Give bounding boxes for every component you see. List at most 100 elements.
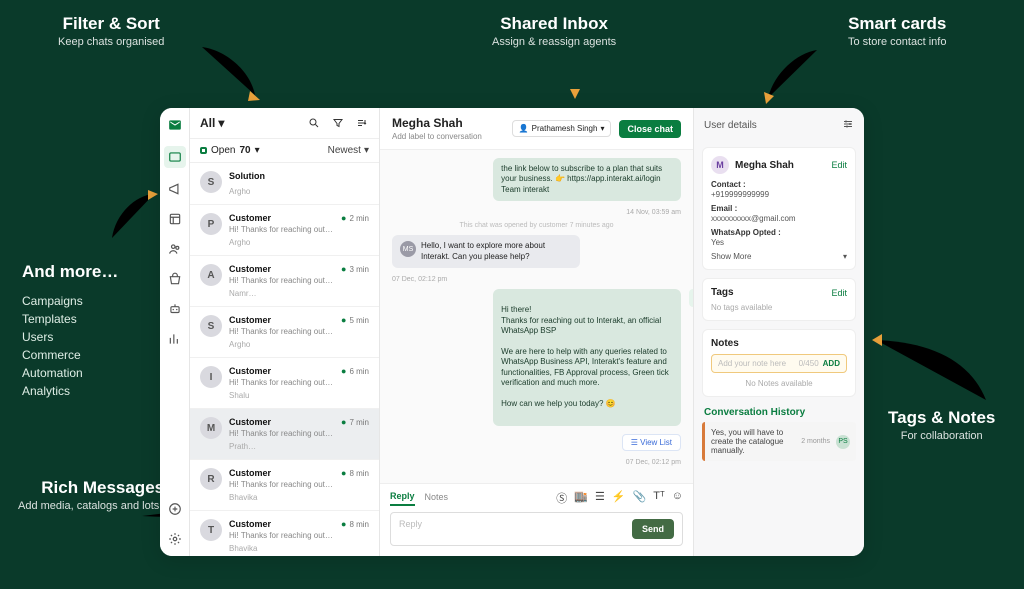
conversation-list: All ▾ Open 70 ▾ Newest ▾ S Solut: [190, 108, 380, 556]
callout-shared-sub: Assign & reassign agents: [492, 36, 616, 48]
conversation-item[interactable]: R Customer● 8 min Hi! Thanks for reachin…: [190, 460, 379, 511]
user-icon: 👤: [519, 124, 529, 133]
system-note: This chat was opened by customer 7 minut…: [459, 222, 613, 229]
chevron-down-icon: ▾: [364, 145, 369, 156]
avatar: I: [200, 366, 222, 388]
chat-title: Megha Shah: [392, 116, 482, 130]
conversation-item[interactable]: S Solution Argho: [190, 163, 379, 205]
send-button[interactable]: Send: [632, 519, 674, 539]
open-filter[interactable]: Open 70 ▾: [200, 145, 260, 156]
chevron-down-icon: ▾: [255, 145, 260, 156]
nav-chats-icon[interactable]: [164, 146, 186, 168]
reply-input[interactable]: Reply Send: [390, 512, 683, 546]
adjust-icon[interactable]: [842, 118, 854, 133]
msg-timestamp: 07 Dec, 02:12 pm: [626, 459, 681, 466]
close-chat-button[interactable]: Close chat: [619, 120, 681, 138]
avatar: S: [200, 171, 222, 193]
note-input[interactable]: Add your note here 0/450ADD: [711, 354, 847, 373]
show-more-button[interactable]: Show More▾: [711, 252, 847, 261]
view-list-button[interactable]: ☰ View List: [622, 434, 681, 451]
app-window: All ▾ Open 70 ▾ Newest ▾ S Solut: [160, 108, 864, 556]
compose-area: Reply Notes Ⓢ 🏬 ☰ ⚡ 📎 Tᵀ ☺ Reply Send: [380, 483, 693, 556]
edit-user-button[interactable]: Edit: [831, 160, 847, 170]
nav-commerce-icon[interactable]: [166, 270, 184, 288]
edit-tags-button[interactable]: Edit: [831, 288, 847, 298]
notes-tab[interactable]: Notes: [425, 492, 449, 505]
list-icon[interactable]: ☰: [595, 490, 605, 506]
chat-subtitle[interactable]: Add label to conversation: [392, 132, 482, 141]
conversation-item[interactable]: A Customer● 3 min Hi! Thanks for reachin…: [190, 256, 379, 307]
nav-add-icon[interactable]: [166, 500, 184, 518]
callout-more-item: Campaigns: [22, 292, 118, 310]
conversation-item[interactable]: P Customer● 2 min Hi! Thanks for reachin…: [190, 205, 379, 256]
callout-more-item: Templates: [22, 310, 118, 328]
quick-reply-icon[interactable]: Ⓢ: [556, 490, 567, 506]
callout-more-title: And more…: [22, 262, 118, 282]
avatar: R: [200, 468, 222, 490]
tags-title: Tags: [711, 287, 734, 298]
conversation-item[interactable]: S Customer● 5 min Hi! Thanks for reachin…: [190, 307, 379, 358]
tags-card: Tags Edit No tags available: [702, 278, 856, 321]
msg-in: MS Hello, I want to explore more about I…: [392, 235, 580, 268]
msg-out: Hi there! Thanks for reaching out to Int…: [493, 289, 681, 426]
catalog-icon[interactable]: 🏬: [574, 490, 588, 506]
notes-empty: No Notes available: [711, 379, 847, 388]
chat-panel: Megha Shah Add label to conversation 👤 P…: [380, 108, 694, 556]
callout-tags-sub: For collaboration: [888, 430, 995, 442]
callout-filter-title: Filter & Sort: [58, 14, 164, 34]
conversation-item[interactable]: T Customer● 8 min Hi! Thanks for reachin…: [190, 511, 379, 556]
format-icon[interactable]: Tᵀ: [653, 490, 664, 506]
user-name: Megha Shah: [735, 160, 825, 171]
assign-dropdown[interactable]: 👤 Prathamesh Singh ▾: [512, 120, 612, 137]
nav-templates-icon[interactable]: [166, 210, 184, 228]
conversation-item[interactable]: I Customer● 6 min Hi! Thanks for reachin…: [190, 358, 379, 409]
notes-title: Notes: [711, 338, 739, 349]
nav-broadcast-icon[interactable]: [166, 180, 184, 198]
filter-icon[interactable]: [331, 116, 345, 130]
callout-filter-sub: Keep chats organised: [58, 36, 164, 48]
avatar: T: [200, 519, 222, 541]
chevron-down-icon: ▾: [600, 124, 604, 133]
search-icon[interactable]: [307, 116, 321, 130]
sort-icon[interactable]: [355, 116, 369, 130]
avatar: M: [200, 417, 222, 439]
nav-automation-icon[interactable]: [166, 300, 184, 318]
msg-out: the link below to subscribe to a plan th…: [493, 158, 681, 201]
msg-timestamp: 14 Nov, 03:59 am: [626, 209, 681, 216]
emoji-icon[interactable]: ☺: [672, 490, 683, 506]
tags-empty: No tags available: [711, 303, 847, 312]
callout-tags-title: Tags & Notes: [888, 408, 995, 428]
notes-card: Notes Add your note here 0/450ADD No Not…: [702, 329, 856, 397]
callout-shared-title: Shared Inbox: [492, 14, 616, 34]
callout-more-item: Automation: [22, 364, 118, 382]
avatar: M: [711, 156, 729, 174]
chevron-down-icon: ▾: [218, 116, 224, 130]
msg-timestamp: 07 Dec, 02:12 pm: [392, 276, 681, 283]
nav-analytics-icon[interactable]: [166, 330, 184, 348]
nav-settings-icon[interactable]: [166, 530, 184, 548]
sidebar-nav: [160, 108, 190, 556]
details-panel: User details M Megha Shah Edit Contact :…: [694, 108, 864, 556]
conversation-item[interactable]: M Customer● 7 min Hi! Thanks for reachin…: [190, 409, 379, 460]
history-item[interactable]: Yes, you will have to create the catalog…: [702, 422, 856, 461]
filter-all-dropdown[interactable]: All ▾: [200, 116, 224, 130]
avatar: S: [200, 315, 222, 337]
callout-smart-title: Smart cards: [848, 14, 946, 34]
callout-more-item: Commerce: [22, 346, 118, 364]
sort-dropdown[interactable]: Newest ▾: [328, 145, 369, 156]
avatar: P: [200, 213, 222, 235]
add-note-button[interactable]: ADD: [823, 359, 840, 368]
reply-tab[interactable]: Reply: [390, 491, 415, 506]
attachment-icon[interactable]: 📎: [633, 490, 647, 506]
catalog-icon[interactable]: 🛍: [689, 289, 693, 307]
nav-users-icon[interactable]: [166, 240, 184, 258]
history-title: Conversation History: [702, 405, 856, 422]
callout-more-item: Analytics: [22, 382, 118, 400]
user-details-header: User details: [704, 120, 757, 131]
chevron-down-icon: ▾: [843, 252, 847, 261]
nav-inbox-icon[interactable]: [166, 116, 184, 134]
user-card: M Megha Shah Edit Contact :+919999999999…: [702, 147, 856, 270]
callout-more-item: Users: [22, 328, 118, 346]
bolt-icon[interactable]: ⚡: [612, 490, 626, 506]
avatar: MS: [400, 241, 416, 257]
